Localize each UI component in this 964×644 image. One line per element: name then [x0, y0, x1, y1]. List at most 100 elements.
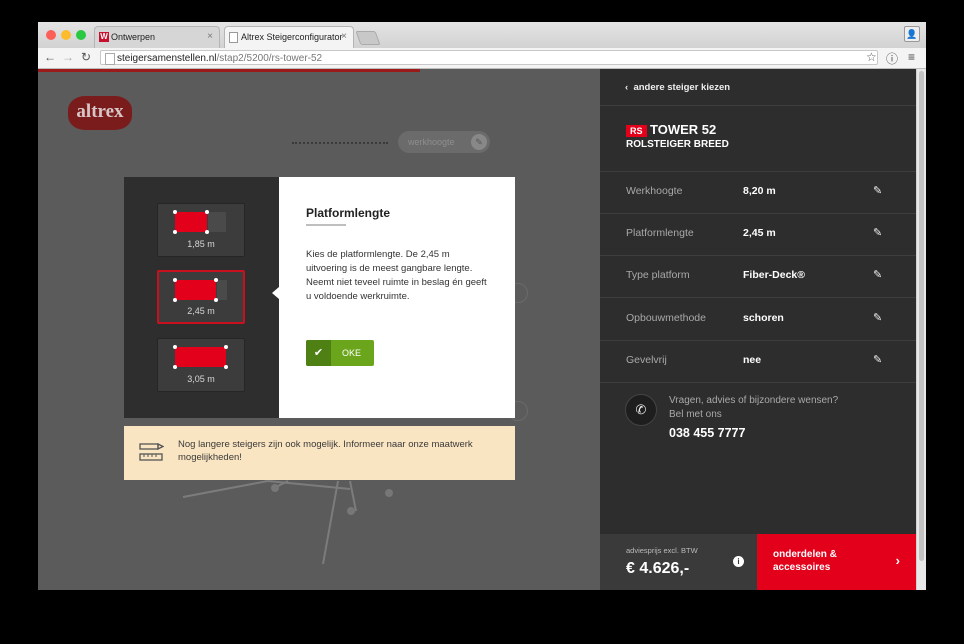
phone-number[interactable]: 038 455 7777 — [669, 426, 745, 440]
oke-label: OKE — [342, 348, 362, 358]
info-icon[interactable]: i — [733, 556, 744, 567]
wheel — [347, 507, 355, 515]
option-label: 2,45 m — [187, 306, 215, 316]
extension-icon[interactable]: ⓘ — [886, 50, 898, 67]
pencil-icon[interactable]: ✎ — [873, 268, 882, 281]
back-arrow-icon[interactable]: ← — [44, 50, 56, 64]
back-link[interactable]: ‹ andere steiger kiezen — [625, 82, 730, 93]
platform-bar — [175, 280, 216, 300]
modal-pointer — [272, 287, 279, 299]
option-label: 1,85 m — [187, 239, 215, 249]
spec-row-gevelvrij[interactable]: Gevelvrij nee ✎ — [600, 340, 916, 382]
spec-row-platformlengte[interactable]: Platformlengte 2,45 m ✎ — [600, 213, 916, 255]
corner-point — [214, 298, 218, 302]
corner-point — [173, 365, 177, 369]
option-label: 3,05 m — [187, 374, 215, 384]
notice-text: Nog langere steigers zijn ook mogelijk. … — [178, 439, 473, 463]
platform-option-305[interactable]: 3,05 m — [157, 338, 245, 392]
pencil-ruler-icon — [139, 442, 164, 461]
corner-point — [173, 345, 177, 349]
dialog-body: Kies de platformlengte. De 2,45 m uitvoe… — [306, 249, 487, 302]
price-box: adviesprijs excl. BTW € 4.626,- i — [600, 534, 757, 590]
spec-value: nee — [743, 354, 762, 366]
spec-key: Type platform — [626, 269, 690, 281]
wheel — [385, 489, 393, 497]
check-icon: ✔ — [306, 340, 331, 366]
reload-icon[interactable]: ↻ — [81, 50, 91, 64]
product-subtitle: ROLSTEIGER BREED — [626, 139, 729, 150]
corner-point — [173, 278, 177, 282]
product-name: TOWER 52 — [650, 122, 717, 137]
platform-bar — [175, 347, 226, 367]
price-amount: € 4.626,- — [626, 560, 690, 577]
spec-value: 2,45 m — [743, 227, 776, 239]
tab-title: Ontwerpen — [111, 32, 156, 42]
spec-key: Werkhoogte — [626, 185, 683, 197]
platform-option-185[interactable]: 1,85 m — [157, 203, 245, 257]
pencil-icon[interactable]: ✎ — [873, 311, 882, 324]
divider — [600, 382, 916, 383]
pencil-icon[interactable]: ✎ — [873, 226, 882, 239]
spec-value: 8,20 m — [743, 185, 776, 197]
close-window-button[interactable] — [46, 30, 56, 40]
spec-row-type-platform[interactable]: Type platform Fiber-Deck® ✎ — [600, 255, 916, 297]
minimize-window-button[interactable] — [61, 30, 71, 40]
corner-point — [173, 230, 177, 234]
user-profile-icon[interactable]: 👤 — [904, 26, 920, 42]
close-tab-icon[interactable]: × — [207, 31, 213, 42]
divider — [600, 105, 916, 106]
pencil-icon[interactable]: ✎ — [873, 184, 882, 197]
product-badge: RS — [626, 125, 647, 137]
wheel — [271, 484, 279, 492]
platform-bar — [175, 212, 207, 232]
platform-option-245[interactable]: 2,45 m — [157, 270, 245, 324]
tab-title: Altrex Steigerconfigurator — [241, 32, 343, 42]
url-domain: steigersamenstellen.nl — [117, 53, 217, 64]
page-icon — [105, 53, 115, 65]
platform-remainder — [208, 212, 226, 232]
tab-bar: W Ontwerpen × Altrex Steigerconfigurator… — [38, 22, 926, 48]
corner-point — [214, 278, 218, 282]
spec-value: Fiber-Deck® — [743, 269, 806, 281]
new-tab-button[interactable] — [355, 31, 381, 45]
platform-options-panel: 1,85 m 2,45 m 3,05 m — [124, 177, 279, 418]
custom-notice: Nog langere steigers zijn ook mogelijk. … — [124, 426, 515, 480]
tab-altrex[interactable]: Altrex Steigerconfigurator × — [224, 26, 354, 48]
configuration-sidebar: ‹ andere steiger kiezen RS TOWER 52 ROLS… — [600, 69, 916, 590]
menu-icon[interactable]: ≡ — [908, 50, 915, 64]
corner-point — [205, 230, 209, 234]
price-label: adviesprijs excl. BTW — [626, 546, 698, 555]
close-tab-icon[interactable]: × — [341, 31, 347, 42]
corner-point — [173, 210, 177, 214]
spec-row-werkhoogte[interactable]: Werkhoogte 8,20 m ✎ — [600, 171, 916, 213]
oke-button[interactable]: ✔ OKE — [306, 340, 374, 366]
cta-line: onderdelen & — [773, 549, 837, 560]
accessories-button[interactable]: onderdelen & accessoires › — [757, 534, 916, 590]
zoom-window-button[interactable] — [76, 30, 86, 40]
url-path: /stap2/5200/rs-tower-52 — [216, 53, 323, 64]
scrollbar-thumb[interactable] — [919, 71, 924, 561]
pencil-icon[interactable]: ✎ — [873, 353, 882, 366]
corner-point — [173, 298, 177, 302]
browser-toolbar: ← → ↻ steigersamenstellen.nl/stap2/5200/… — [38, 48, 926, 69]
platform-remainder — [217, 280, 227, 300]
tab-ontwerpen[interactable]: W Ontwerpen × — [94, 26, 220, 48]
page-content: altrex werkhoogte ✎ 1,85 m 2,45 m 3,05 m… — [38, 69, 926, 590]
corner-point — [224, 345, 228, 349]
corner-point — [224, 365, 228, 369]
configurator-canvas: altrex werkhoogte ✎ 1,85 m 2,45 m 3,05 m… — [38, 69, 600, 590]
bookmark-star-icon[interactable]: ☆ — [866, 50, 877, 64]
corner-point — [205, 210, 209, 214]
spec-row-opbouwmethode[interactable]: Opbouwmethode schoren ✎ — [600, 298, 916, 340]
scrollbar[interactable] — [916, 69, 926, 590]
w-favicon-icon: W — [99, 32, 109, 42]
back-label: andere steiger kiezen — [633, 82, 731, 93]
spec-key: Platformlengte — [626, 227, 694, 239]
title-underline — [306, 224, 346, 226]
dialog-title: Platformlengte — [306, 206, 391, 220]
chevron-right-icon: › — [895, 553, 900, 568]
address-bar[interactable]: steigersamenstellen.nl/stap2/5200/rs-tow… — [100, 50, 878, 65]
spec-value: schoren — [743, 312, 784, 324]
platform-info-dialog: Platformlengte Kies de platformlengte. D… — [279, 177, 515, 418]
forward-arrow-icon[interactable]: → — [62, 50, 74, 64]
